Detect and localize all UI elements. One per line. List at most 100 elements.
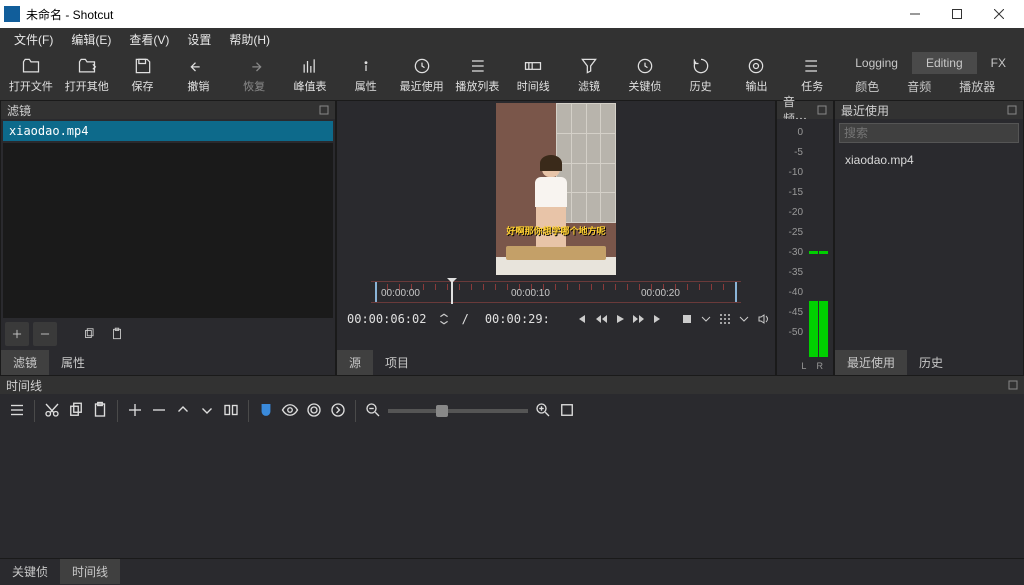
zoom-slider-handle[interactable]: [436, 405, 448, 417]
recent-pane-title: 最近使用: [841, 102, 1007, 119]
tab-properties[interactable]: 属性: [49, 350, 97, 375]
redo-button[interactable]: 恢复: [227, 52, 281, 98]
recent-item[interactable]: xiaodao.mp4: [843, 151, 1015, 169]
recent-search-input[interactable]: [839, 123, 1019, 143]
audio-meter: 0 -5 -10 -15 -20 -25 -30 -35 -40 -45 -50…: [777, 119, 833, 375]
timeline-body[interactable]: [0, 428, 1024, 558]
pane-undock-icon[interactable]: [319, 105, 329, 115]
open-other-button[interactable]: 打开其他: [60, 52, 114, 98]
layout-tab-fx[interactable]: FX: [977, 52, 1020, 74]
open-file-button[interactable]: 打开文件: [4, 52, 58, 98]
playhead[interactable]: [451, 282, 453, 304]
cut-button[interactable]: [43, 401, 61, 422]
append-button[interactable]: [126, 401, 144, 422]
player-scrubber[interactable]: 00:00:00 00:00:10 00:00:20: [371, 281, 741, 303]
snap-button[interactable]: [257, 401, 275, 422]
play-button[interactable]: [612, 309, 627, 329]
properties-button[interactable]: 属性: [339, 52, 393, 98]
grid-button[interactable]: [718, 309, 733, 329]
tab-timeline-bottom[interactable]: 时间线: [60, 559, 120, 584]
main-toolbar: 打开文件 打开其他 保存 撤销 恢复 峰值表 属性 最近使用 播放列表 时间线 …: [0, 50, 1024, 100]
remove-button[interactable]: [150, 401, 168, 422]
history-button[interactable]: 历史: [674, 52, 728, 98]
ripple-button[interactable]: [305, 401, 323, 422]
zoom-out-button[interactable]: [364, 401, 382, 422]
tab-recent[interactable]: 最近使用: [835, 350, 907, 375]
save-button[interactable]: 保存: [116, 52, 170, 98]
layout-tab-color[interactable]: 颜色: [841, 74, 893, 99]
zoom-in-button[interactable]: [534, 401, 552, 422]
copy-button[interactable]: [67, 401, 85, 422]
layout-tab-player[interactable]: 播放器: [945, 74, 1009, 99]
ripple-all-button[interactable]: [329, 401, 347, 422]
current-timecode[interactable]: 00:00:06:02: [341, 310, 432, 328]
filters-button[interactable]: 滤镜: [562, 52, 616, 98]
lift-button[interactable]: [174, 401, 192, 422]
copy-filter-button[interactable]: [77, 322, 101, 346]
app-icon: [4, 6, 20, 22]
playlist-button[interactable]: 播放列表: [451, 52, 505, 98]
layout-tab-editing[interactable]: Editing: [912, 52, 977, 74]
minimize-button[interactable]: [894, 0, 936, 28]
timecode-spinner[interactable]: [436, 309, 451, 329]
menu-settings[interactable]: 设置: [179, 29, 219, 50]
tab-project[interactable]: 项目: [373, 350, 421, 375]
paste-filter-button[interactable]: [105, 322, 129, 346]
jobs-button[interactable]: 任务: [785, 52, 839, 98]
close-button[interactable]: [978, 0, 1020, 28]
timeline-toolbar: [0, 394, 1024, 428]
filters-pane-title: 滤镜: [7, 102, 319, 119]
chevron-down-icon[interactable]: [737, 309, 752, 329]
undo-button[interactable]: 撤销: [171, 52, 225, 98]
volume-button[interactable]: [756, 309, 771, 329]
transport-bar: 00:00:06:02 / 00:00:29:: [337, 307, 775, 331]
filters-pane: 滤镜 xiaodao.mp4 滤镜 属性: [0, 100, 336, 376]
scrub-button[interactable]: [281, 401, 299, 422]
remove-filter-button[interactable]: [33, 322, 57, 346]
chevron-down-icon[interactable]: [699, 309, 714, 329]
rewind-button[interactable]: [593, 309, 608, 329]
skip-next-button[interactable]: [650, 309, 665, 329]
layout-tab-logging[interactable]: Logging: [841, 52, 912, 74]
recent-list[interactable]: xiaodao.mp4: [835, 147, 1023, 350]
menu-edit[interactable]: 编辑(E): [63, 29, 119, 50]
window-titlebar: 未命名 - Shotcut: [0, 0, 1024, 28]
duration-slash: /: [456, 310, 475, 328]
paste-button[interactable]: [91, 401, 109, 422]
menubar: 文件(F) 编辑(E) 查看(V) 设置 帮助(H): [0, 28, 1024, 50]
recent-button[interactable]: 最近使用: [395, 52, 449, 98]
maximize-button[interactable]: [936, 0, 978, 28]
video-subtitle: 好啊那你想学哪个地方呢: [500, 224, 612, 237]
menu-view[interactable]: 查看(V): [121, 29, 177, 50]
timeline-button[interactable]: 时间线: [506, 52, 560, 98]
timeline-title: 时间线: [6, 377, 1008, 394]
overwrite-button[interactable]: [198, 401, 216, 422]
filter-clip-name[interactable]: xiaodao.mp4: [3, 121, 333, 141]
tab-keyframes-bottom[interactable]: 关键侦: [0, 559, 60, 584]
video-preview[interactable]: 好啊那你想学哪个地方呢: [496, 103, 616, 275]
menu-help[interactable]: 帮助(H): [221, 29, 278, 50]
forward-button[interactable]: [631, 309, 646, 329]
add-filter-button[interactable]: [5, 322, 29, 346]
player-pane: 好啊那你想学哪个地方呢 00:00:00 00:00:10 00:00:20 0…: [336, 100, 776, 376]
recent-pane: 最近使用 xiaodao.mp4 最近使用 历史: [834, 100, 1024, 376]
skip-previous-button[interactable]: [574, 309, 589, 329]
pane-undock-icon[interactable]: [1007, 105, 1017, 115]
split-button[interactable]: [222, 401, 240, 422]
pane-undock-icon[interactable]: [817, 105, 827, 115]
zoom-fit-button[interactable]: [679, 309, 694, 329]
zoom-fit-button[interactable]: [558, 401, 576, 422]
tab-filters[interactable]: 滤镜: [1, 350, 49, 375]
filter-list[interactable]: [3, 143, 333, 318]
layout-tab-audio[interactable]: 音频: [893, 74, 945, 99]
tab-history[interactable]: 历史: [907, 350, 955, 375]
timeline-menu-button[interactable]: [8, 401, 26, 422]
menu-file[interactable]: 文件(F): [6, 29, 61, 50]
keyframes-button[interactable]: 关键侦: [618, 52, 672, 98]
peak-meter-button[interactable]: 峰值表: [283, 52, 337, 98]
layout-tabs: Logging Editing FX 颜色 音频 播放器: [841, 52, 1020, 99]
tab-source[interactable]: 源: [337, 350, 373, 375]
export-button[interactable]: 输出: [730, 52, 784, 98]
pane-undock-icon[interactable]: [1008, 380, 1018, 390]
zoom-slider[interactable]: [388, 409, 528, 413]
